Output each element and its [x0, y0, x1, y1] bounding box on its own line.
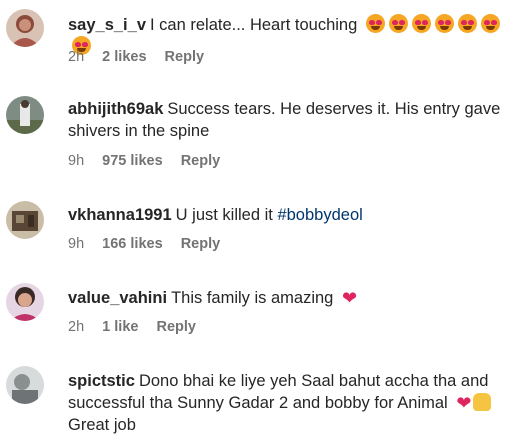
comment-likes[interactable]: 1 like	[102, 319, 138, 335]
comment-time[interactable]: 9h	[68, 153, 84, 169]
comment-body-line2: successful tha Sunny Gadar 2 and bobby f…	[68, 394, 448, 412]
reply-button[interactable]: Reply	[165, 49, 205, 65]
red-heart-icon: ❤	[456, 393, 472, 413]
comment-text: spictstic Dono bhai ke liye yeh Saal bahu…	[68, 370, 521, 436]
comment-body-line1: Dono bhai ke liye yeh Saal bahut accha t…	[138, 372, 489, 390]
comment-meta: 2h 2 likes Reply	[68, 49, 218, 65]
comment-meta: 9h 975 likes Reply	[68, 153, 234, 169]
smiling-face-with-heart-eyes-icon	[411, 14, 431, 33]
raising-hands-icon	[473, 393, 492, 411]
comment-meta: 9h 166 likes Reply	[68, 236, 234, 252]
comment-likes[interactable]: 975 likes	[102, 153, 162, 169]
comment-body: This family is amazing	[171, 289, 334, 307]
comment-time[interactable]: 2h	[68, 319, 84, 335]
comment-body: U just killed it	[175, 206, 273, 224]
comment-username[interactable]: vkhanna1991	[68, 206, 172, 224]
avatar[interactable]	[6, 201, 44, 239]
comment-text: vkhanna1991 U just killed it #bobbydeol	[68, 204, 521, 226]
reply-button[interactable]: Reply	[181, 236, 221, 252]
comment-likes[interactable]: 2 likes	[102, 49, 146, 65]
comment-username[interactable]: value_vahini	[68, 289, 167, 307]
smiling-face-with-heart-eyes-icon	[457, 14, 477, 33]
comment-body: I can relate... Heart touching	[150, 16, 358, 34]
comment-text: abhijith69ak Success tears. He deserves i…	[68, 98, 521, 142]
avatar[interactable]	[6, 366, 44, 404]
comment-username[interactable]: say_s_i_v	[68, 16, 146, 34]
smiling-face-with-heart-eyes-icon	[388, 14, 408, 33]
comment-likes[interactable]: 166 likes	[102, 236, 162, 252]
reply-button[interactable]: Reply	[181, 153, 221, 169]
avatar[interactable]	[6, 9, 44, 47]
smiling-face-with-heart-eyes-icon	[365, 14, 385, 33]
hashtag-link[interactable]: #bobbydeol	[277, 206, 362, 224]
smiling-face-with-heart-eyes-icon	[480, 14, 500, 33]
comment-time[interactable]: 2h	[68, 49, 84, 65]
avatar[interactable]	[6, 283, 44, 321]
comment-body-line3: Great job	[68, 416, 136, 434]
smiling-face-with-heart-eyes-icon	[434, 14, 454, 33]
comment-username[interactable]: abhijith69ak	[68, 100, 163, 118]
comment-time[interactable]: 9h	[68, 236, 84, 252]
red-heart-icon: ❤	[341, 288, 358, 308]
comment-username[interactable]: spictstic	[68, 372, 135, 390]
comment-meta: 2h 1 like Reply	[68, 319, 210, 335]
comment-text: value_vahini This family is amazing ❤	[68, 287, 521, 309]
avatar[interactable]	[6, 96, 44, 134]
reply-button[interactable]: Reply	[156, 319, 196, 335]
